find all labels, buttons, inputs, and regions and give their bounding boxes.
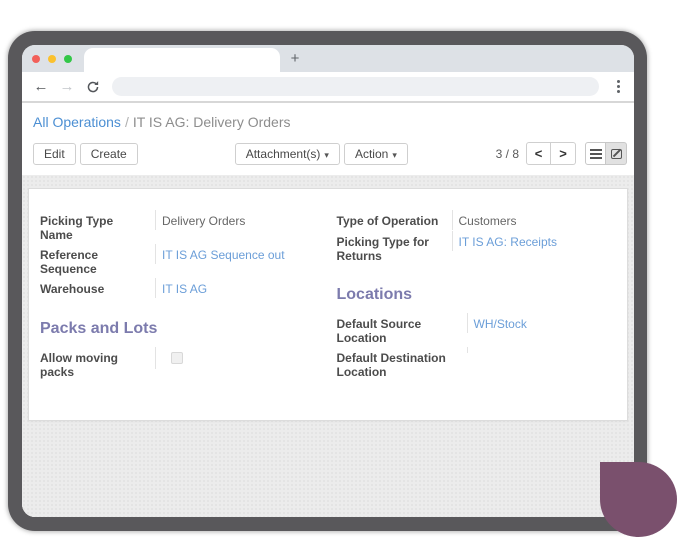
field-value-type-of-operation: Customers: [452, 210, 620, 230]
address-bar[interactable]: [112, 77, 599, 96]
pager-previous-button[interactable]: <: [526, 142, 551, 165]
section-title-packs-and-lots: Packs and Lots: [40, 320, 323, 338]
browser-navbar: ← →: [22, 72, 634, 103]
section-title-locations: Locations: [337, 286, 620, 304]
field-label: Reference Sequence: [40, 244, 155, 278]
form-sheet: Picking Type Name Delivery Orders Refere…: [28, 188, 628, 421]
field-row: Default Destination Location: [337, 347, 620, 381]
breadcrumb: All Operations/IT IS AG: Delivery Orders: [22, 103, 634, 138]
list-view-button[interactable]: [585, 142, 606, 165]
field-row: Picking Type for Returns IT IS AG: Recei…: [337, 231, 620, 265]
field-value-picking-type-name: Delivery Orders: [155, 210, 323, 230]
field-row: Picking Type Name Delivery Orders: [40, 210, 323, 244]
form-column-right: Type of Operation Customers Picking Type…: [337, 210, 620, 381]
chevron-down-icon: ▾: [392, 150, 397, 160]
pager: 3 / 8 < >: [496, 142, 627, 165]
browser-tab[interactable]: [84, 48, 280, 72]
field-group: Default Source Location WH/Stock Default…: [337, 313, 620, 381]
allow-moving-packs-checkbox[interactable]: [171, 352, 183, 364]
field-value-warehouse[interactable]: IT IS AG: [155, 278, 323, 298]
breadcrumb-current: IT IS AG: Delivery Orders: [133, 114, 291, 130]
field-row: Reference Sequence IT IS AG Sequence out: [40, 244, 323, 278]
field-label: Default Source Location: [337, 313, 467, 347]
field-row: Type of Operation Customers: [337, 210, 620, 231]
field-value-allow-moving-packs: [155, 347, 323, 369]
field-group: Allow moving packs: [40, 347, 323, 381]
field-row: Default Source Location WH/Stock: [337, 313, 620, 347]
dropdown-buttons: Attachment(s)▾ Action▾: [235, 143, 408, 165]
field-label: Warehouse: [40, 278, 155, 298]
attachments-dropdown[interactable]: Attachment(s)▾: [235, 143, 340, 165]
edit-form-icon: [611, 149, 622, 159]
field-label: Default Destination Location: [337, 347, 467, 381]
field-row: Allow moving packs: [40, 347, 323, 381]
list-icon: [590, 149, 602, 159]
action-dropdown[interactable]: Action▾: [344, 143, 408, 165]
window-controls: [22, 55, 72, 72]
pager-count: 3 / 8: [496, 147, 519, 161]
browser-window: + ← → All Operations/IT IS AG: Deliv: [22, 45, 634, 517]
close-window-icon[interactable]: [32, 55, 40, 63]
form-background: Picking Type Name Delivery Orders Refere…: [22, 175, 634, 517]
field-label: Type of Operation: [337, 210, 452, 230]
field-value-default-destination-location: [467, 347, 620, 353]
form-column-left: Picking Type Name Delivery Orders Refere…: [40, 210, 323, 381]
pager-buttons: < >: [526, 142, 576, 165]
breadcrumb-separator: /: [121, 114, 133, 130]
back-icon[interactable]: ←: [28, 78, 54, 95]
control-panel: Edit Create Attachment(s)▾ Action▾ 3 / 8…: [22, 138, 634, 175]
field-group: Type of Operation Customers Picking Type…: [337, 210, 620, 265]
browser-frame: + ← → All Operations/IT IS AG: Deliv: [8, 31, 647, 531]
maximize-window-icon[interactable]: [64, 55, 72, 63]
pager-next-button[interactable]: >: [551, 142, 576, 165]
decorative-purple-shape: [600, 462, 677, 537]
chevron-down-icon: ▾: [324, 150, 329, 160]
field-label: Picking Type for Returns: [337, 231, 452, 265]
field-label: Picking Type Name: [40, 210, 155, 244]
field-label: Allow moving packs: [40, 347, 155, 381]
new-tab-button[interactable]: +: [280, 48, 310, 72]
reload-icon[interactable]: [80, 80, 106, 94]
field-value-default-source-location[interactable]: WH/Stock: [467, 313, 620, 333]
tab-strip: +: [22, 45, 634, 72]
field-value-reference-sequence[interactable]: IT IS AG Sequence out: [155, 244, 323, 264]
field-value-picking-type-for-returns[interactable]: IT IS AG: Receipts: [452, 231, 620, 251]
forward-icon: →: [54, 78, 80, 95]
view-switcher: [585, 142, 627, 165]
create-button[interactable]: Create: [80, 143, 138, 165]
edit-button[interactable]: Edit: [33, 143, 76, 165]
form-view-button[interactable]: [606, 142, 627, 165]
minimize-window-icon[interactable]: [48, 55, 56, 63]
screenshot-stage: + ← → All Operations/IT IS AG: Deliv: [0, 0, 680, 553]
field-row: Warehouse IT IS AG: [40, 278, 323, 299]
field-group: Picking Type Name Delivery Orders Refere…: [40, 210, 323, 299]
breadcrumb-link-all-operations[interactable]: All Operations: [33, 114, 121, 130]
browser-menu-icon[interactable]: [613, 80, 624, 93]
app-page: All Operations/IT IS AG: Delivery Orders…: [22, 103, 634, 517]
